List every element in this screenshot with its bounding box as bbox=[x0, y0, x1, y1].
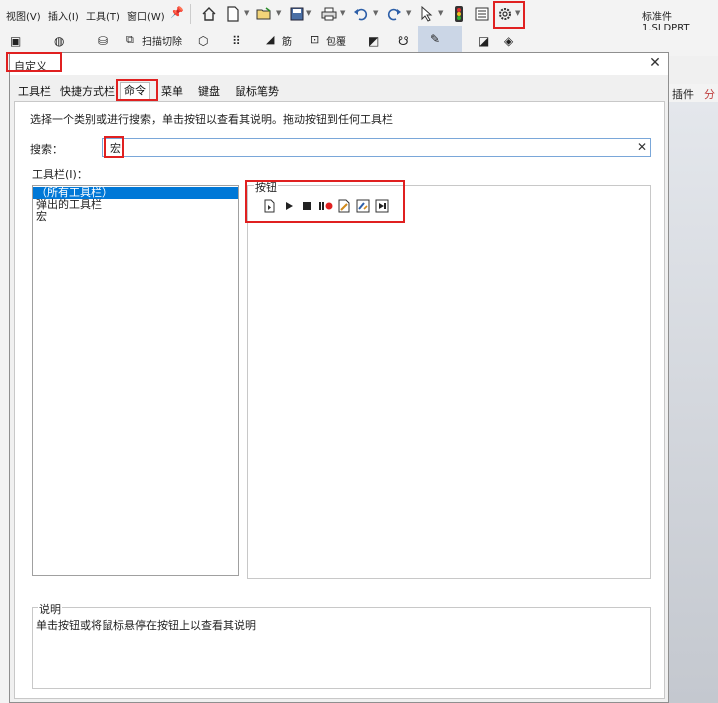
tab-mouse-gestures[interactable]: 鼠标笔势 bbox=[235, 84, 279, 100]
sweep-boss-icon[interactable]: ⛁ bbox=[98, 34, 108, 48]
combine-icon[interactable]: ◈ bbox=[504, 34, 513, 48]
instant3d-icon[interactable]: ✎ bbox=[430, 32, 440, 46]
new-document-icon[interactable] bbox=[224, 5, 242, 23]
pattern-icon[interactable]: ⠿ bbox=[232, 34, 241, 48]
close-icon[interactable]: ✕ bbox=[648, 56, 662, 70]
extrude-boss-icon[interactable]: ▣ bbox=[10, 34, 21, 48]
explanation-text: 单击按钮或将鼠标悬停在按钮上以查看其说明 bbox=[36, 619, 256, 632]
save-icon[interactable] bbox=[288, 5, 306, 23]
wrap-icon[interactable]: ⊡ bbox=[310, 33, 319, 46]
search-highlight-box bbox=[104, 136, 124, 158]
chevron-down-icon[interactable]: ▼ bbox=[340, 9, 345, 17]
split-icon[interactable]: ◪ bbox=[478, 34, 489, 48]
dialog-titlebar bbox=[10, 53, 668, 75]
hole-icon[interactable]: ⬡ bbox=[198, 34, 208, 48]
chevron-down-icon[interactable]: ▼ bbox=[306, 9, 311, 17]
search-input[interactable] bbox=[102, 138, 651, 157]
print-icon[interactable] bbox=[320, 5, 338, 23]
title-highlight-box bbox=[6, 52, 62, 72]
menu-view[interactable]: 视图(V) bbox=[6, 8, 41, 23]
tab-shortcut-bar[interactable]: 快捷方式栏 bbox=[60, 84, 115, 100]
toolbars-label: 工具栏(I)： bbox=[32, 168, 88, 181]
menubar-divider bbox=[190, 4, 191, 24]
revolve-icon[interactable]: ◍ bbox=[54, 34, 64, 48]
list-item[interactable]: 宏 bbox=[33, 211, 238, 223]
home-icon[interactable] bbox=[200, 5, 218, 23]
menu-insert[interactable]: 插入(I) bbox=[48, 8, 79, 23]
ribbon-swept-cut[interactable]: 扫描切除 bbox=[142, 33, 182, 48]
curves-icon[interactable]: ☋ bbox=[398, 34, 409, 48]
swept-cut-icon[interactable]: ⧉ bbox=[126, 33, 134, 47]
undo-icon[interactable] bbox=[352, 5, 370, 23]
buttons-highlight-box bbox=[245, 180, 405, 223]
tab-toolbars[interactable]: 工具栏 bbox=[18, 84, 51, 100]
select-pointer-icon[interactable] bbox=[418, 5, 436, 23]
pin-icon[interactable]: 📌 bbox=[170, 6, 184, 19]
tab-addins[interactable]: 插件 bbox=[672, 86, 694, 102]
rebuild-traffic-light-icon[interactable] bbox=[450, 5, 468, 23]
graphics-viewport[interactable] bbox=[668, 102, 718, 703]
tab-analysis[interactable]: 分 bbox=[704, 86, 715, 102]
chevron-down-icon[interactable]: ▼ bbox=[373, 9, 378, 17]
rib-icon[interactable]: ◢ bbox=[266, 33, 274, 46]
open-folder-icon[interactable] bbox=[255, 5, 273, 23]
buttons-groupbox bbox=[247, 185, 651, 579]
reference-geometry-icon[interactable]: ◩ bbox=[368, 34, 379, 48]
list-item[interactable]: 弹出的工具栏 bbox=[33, 199, 238, 211]
file-properties-icon[interactable] bbox=[473, 5, 491, 23]
tab-menus[interactable]: 菜单 bbox=[161, 84, 183, 100]
clear-search-icon[interactable]: ✕ bbox=[637, 140, 647, 154]
dialog-tab-strip: 工具栏 快捷方式栏 命令 菜单 键盘 鼠标笔势 bbox=[14, 82, 314, 101]
gear-highlight-box bbox=[493, 1, 525, 29]
chevron-down-icon[interactable]: ▼ bbox=[276, 9, 281, 17]
tab-keyboard[interactable]: 键盘 bbox=[198, 84, 220, 100]
ribbon-rib[interactable]: 筋 bbox=[282, 33, 292, 48]
chevron-down-icon[interactable]: ▼ bbox=[244, 9, 249, 17]
chevron-down-icon[interactable]: ▼ bbox=[438, 9, 443, 17]
redo-icon[interactable] bbox=[385, 5, 403, 23]
toolbars-listbox[interactable] bbox=[32, 185, 239, 576]
search-label: 搜索： bbox=[30, 143, 63, 156]
chevron-down-icon[interactable]: ▼ bbox=[406, 9, 411, 17]
explanation-label: 说明 bbox=[38, 601, 62, 617]
left-feature-strip bbox=[0, 56, 9, 703]
ribbon-wrap[interactable]: 包覆 bbox=[326, 33, 346, 48]
menu-window[interactable]: 窗口(W) bbox=[127, 8, 165, 23]
commands-description: 选择一个类别或进行搜索，单击按钮以查看其说明。拖动按钮到任何工具栏 bbox=[30, 113, 393, 126]
menu-tools[interactable]: 工具(T) bbox=[86, 8, 120, 23]
commands-tab-highlight-box bbox=[116, 79, 158, 101]
